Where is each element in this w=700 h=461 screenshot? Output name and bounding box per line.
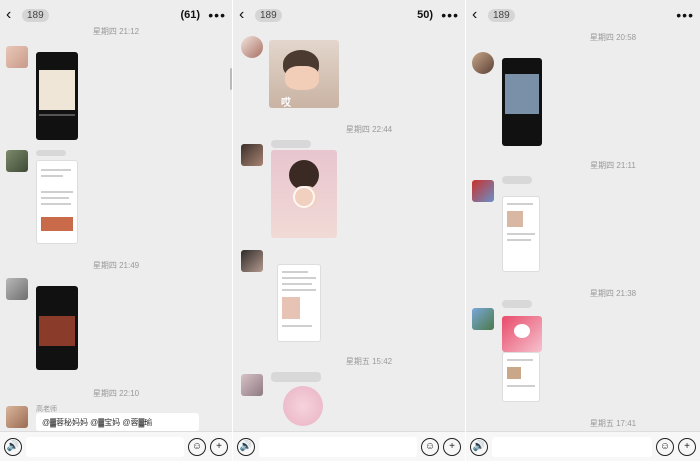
redacted-nickname bbox=[36, 150, 66, 156]
chat-screens: ‹ 189 (61) ••• 星期四 21:12 星期四 21:49 星期四 2… bbox=[0, 0, 700, 461]
chat-header: ‹ 189 50) ••• bbox=[233, 0, 465, 30]
message-input[interactable] bbox=[259, 436, 417, 457]
unread-count-badge: 189 bbox=[255, 8, 282, 22]
plus-icon[interactable]: + bbox=[678, 437, 696, 456]
avatar[interactable] bbox=[6, 278, 28, 300]
chevron-left-icon[interactable]: ‹ bbox=[472, 6, 486, 24]
avatar[interactable] bbox=[472, 52, 494, 74]
video-message[interactable] bbox=[271, 150, 337, 238]
image-message[interactable] bbox=[502, 352, 540, 402]
image-message[interactable] bbox=[277, 264, 321, 342]
timestamp: 星期四 22:10 bbox=[92, 389, 140, 398]
avatar[interactable] bbox=[241, 374, 263, 396]
emoji-icon[interactable]: ☺ bbox=[188, 437, 206, 456]
timestamp: 星期四 21:11 bbox=[590, 161, 636, 170]
chat-title: 50) bbox=[417, 9, 433, 21]
image-message[interactable] bbox=[36, 286, 78, 370]
timestamp: 星期四 21:12 bbox=[92, 27, 140, 36]
timestamp: 星期四 22:44 bbox=[345, 125, 393, 134]
chat-panel-3: ‹ 189 ••• 星期四 20:58 星期四 21:11 星期四 21:38 bbox=[466, 0, 700, 461]
timestamp: 星期四 21:49 bbox=[92, 261, 140, 270]
emoji-icon[interactable]: ☺ bbox=[421, 437, 439, 456]
more-icon[interactable]: ••• bbox=[437, 7, 459, 23]
input-bar: 🔊 ☺ + bbox=[233, 431, 465, 461]
input-bar: 🔊 ☺ + bbox=[466, 431, 700, 461]
emoji-icon[interactable]: ☺ bbox=[656, 437, 674, 456]
message-input[interactable] bbox=[26, 436, 184, 457]
redacted-nickname bbox=[271, 372, 321, 382]
more-icon[interactable]: ••• bbox=[672, 7, 694, 23]
avatar[interactable] bbox=[6, 150, 28, 172]
plus-icon[interactable]: + bbox=[443, 437, 461, 456]
text-message[interactable]: @▓蓉秘妈妈 @▓宝妈 @蓉▓瑜 bbox=[36, 413, 199, 431]
redacted-nickname bbox=[271, 140, 311, 148]
unread-count-badge: 189 bbox=[22, 8, 49, 22]
avatar[interactable] bbox=[472, 180, 494, 202]
unread-count-badge: 189 bbox=[488, 8, 515, 22]
chat-header: ‹ 189 ••• bbox=[466, 0, 700, 30]
avatar[interactable] bbox=[472, 308, 494, 330]
avatar[interactable] bbox=[6, 406, 28, 428]
redacted-nickname bbox=[502, 176, 532, 184]
timestamp: 星期四 20:58 bbox=[589, 33, 637, 42]
input-bar: 🔊 ☺ + bbox=[0, 431, 232, 461]
chat-title: (61) bbox=[180, 9, 200, 21]
image-message[interactable] bbox=[502, 58, 542, 146]
image-message[interactable]: 哎 bbox=[269, 40, 339, 108]
sticker-message[interactable] bbox=[283, 386, 323, 426]
timestamp: 星期四 21:38 bbox=[589, 289, 637, 298]
avatar[interactable] bbox=[241, 36, 263, 58]
voice-icon[interactable]: 🔊 bbox=[237, 437, 255, 456]
play-icon[interactable] bbox=[293, 186, 315, 208]
redacted-nickname bbox=[502, 300, 532, 308]
image-message[interactable] bbox=[502, 196, 540, 272]
message-input[interactable] bbox=[492, 436, 652, 457]
voice-icon[interactable]: 🔊 bbox=[4, 437, 22, 456]
avatar[interactable] bbox=[241, 144, 263, 166]
image-message[interactable] bbox=[36, 160, 78, 244]
image-message[interactable] bbox=[502, 316, 542, 352]
chevron-left-icon[interactable]: ‹ bbox=[6, 6, 20, 24]
timestamp: 星期五 17:41 bbox=[589, 419, 637, 428]
chevron-left-icon[interactable]: ‹ bbox=[239, 6, 253, 24]
chat-panel-1: ‹ 189 (61) ••• 星期四 21:12 星期四 21:49 星期四 2… bbox=[0, 0, 233, 461]
image-message[interactable] bbox=[36, 52, 78, 140]
plus-icon[interactable]: + bbox=[210, 437, 228, 456]
timestamp: 星期五 15:42 bbox=[345, 357, 393, 366]
avatar[interactable] bbox=[241, 250, 263, 272]
scrollbar[interactable] bbox=[230, 68, 232, 90]
sticker-caption: 哎 bbox=[281, 98, 291, 108]
chat-panel-2: ‹ 189 50) ••• 哎 星期四 22:44 星期五 15:42 🔊 ☺ … bbox=[233, 0, 466, 461]
voice-icon[interactable]: 🔊 bbox=[470, 437, 488, 456]
more-icon[interactable]: ••• bbox=[204, 7, 226, 23]
avatar[interactable] bbox=[6, 46, 28, 68]
